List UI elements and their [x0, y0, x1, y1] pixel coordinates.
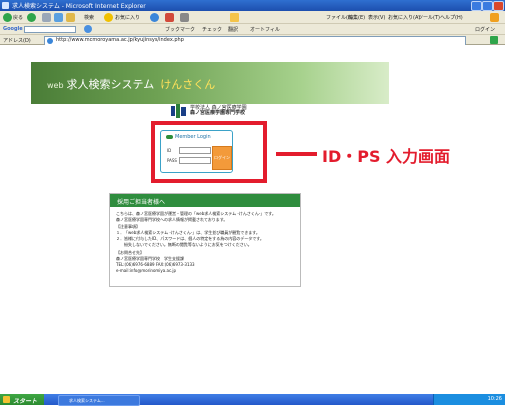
notice-line: 【お問合せ先】 — [116, 250, 144, 255]
bookmark-button[interactable]: ブックマーク — [165, 26, 195, 33]
notice-line: 森ノ宮医療学園専門学校 学生支援課 — [116, 256, 184, 261]
menu-view[interactable]: 表示(V) — [368, 14, 385, 21]
address-url: http://www.mcmoroyama.ac.jp/kyujinsys/in… — [56, 37, 184, 43]
notice-heading: 採用ご担当者様へ — [117, 199, 166, 206]
clock: 10:26 — [487, 396, 502, 402]
browser-toolbar: 戻る 検索 お気に入り ファイル(F) 編集(E) 表示(V) お気に入り(A)… — [0, 11, 505, 24]
school-name: 学校法人 森ノ宮医療学園 森ノ宮医療学園専門学校 — [190, 106, 247, 116]
notice-line: こちらは、森ノ宮医療学園が運営・管理の「web求人検索システム -けんさくん-」… — [116, 211, 276, 216]
notice-box: 採用ご担当者様へ こちらは、森ノ宮医療学園が運営・管理の「web求人検索システム… — [109, 193, 301, 287]
system-tray: 10:26 — [433, 394, 505, 405]
stop-icon[interactable] — [42, 13, 51, 22]
translate-button[interactable]: 翻訳 — [228, 26, 238, 33]
search-button[interactable]: 検索 — [84, 14, 94, 21]
back-icon[interactable] — [3, 13, 12, 22]
google-login-button[interactable]: ログイン — [475, 26, 495, 33]
folder-icon[interactable] — [230, 13, 239, 22]
notice-line: １．「web求人検索システム -けんさくん-」は、学生並び職員が観覧できます。 — [116, 230, 260, 235]
taskbar: スタート 求人検索システム... 10:26 — [0, 394, 505, 406]
close-button[interactable] — [493, 1, 504, 11]
notice-line: e-mail:info@morinomiya.ac.jp — [116, 268, 177, 273]
title-bar: 求人検索システム - Microsoft Internet Explorer — [0, 0, 505, 11]
notice-line: TEL:(06)6976-6889 FAX:(06)6973-3133 — [116, 262, 195, 267]
banner-title: web 求人検索システム けんさくん — [47, 76, 215, 92]
notice-line: ２．皆様に付与したID、パスワードは、個人の特定をする為の内容のデータです。 — [116, 236, 264, 241]
menu-edit[interactable]: 編集(E) — [348, 14, 365, 21]
banner-web-label: web — [47, 81, 64, 90]
check-button[interactable]: チェック — [202, 26, 222, 33]
page-icon — [47, 38, 53, 44]
notice-header: 採用ご担当者様へ — [110, 194, 300, 207]
taskbar-window-button[interactable]: 求人検索システム... — [58, 395, 140, 406]
taskbar-window-label: 求人検索システム... — [69, 398, 105, 403]
notice-line: 紛失しないでください。無断の閲覧等ないようにお気をつけください。 — [116, 242, 252, 247]
notice-line: 森ノ宮医療学園専門学校への求人情報が掲載されております。 — [116, 217, 228, 222]
address-label: アドレス(D) — [3, 38, 31, 44]
banner-title-text: 求人検索システム — [66, 78, 155, 91]
window-title: 求人検索システム - Microsoft Internet Explorer — [12, 3, 146, 10]
notice-line: 【注意事項】 — [116, 224, 140, 229]
mail-icon[interactable] — [165, 13, 174, 22]
forward-icon[interactable] — [27, 13, 36, 22]
autofill-button[interactable]: オートフィル — [250, 26, 280, 33]
menu-tools[interactable]: ツール(T) — [418, 14, 440, 21]
annotation-line — [276, 152, 317, 156]
school-logo — [171, 104, 187, 118]
annotation-label: ID・PS 入力画面 — [322, 147, 451, 166]
google-search-input[interactable] — [24, 26, 76, 33]
home-icon[interactable] — [66, 13, 75, 22]
start-button[interactable]: スタート — [0, 394, 44, 405]
windows-logo-icon — [3, 396, 10, 403]
back-button[interactable]: 戻る — [13, 14, 23, 21]
annotation-frame — [151, 121, 267, 183]
favorites-icon[interactable] — [104, 13, 113, 22]
minimize-button[interactable] — [471, 1, 482, 11]
go-button[interactable] — [490, 36, 498, 44]
print-icon[interactable] — [180, 13, 189, 22]
ie-app-icon — [2, 2, 9, 9]
site-banner: web 求人検索システム けんさくん — [31, 62, 389, 104]
windows-flag-icon — [490, 13, 499, 22]
favorites-button[interactable]: お気に入り — [115, 14, 140, 21]
start-label: スタート — [13, 398, 38, 405]
google-search-icon[interactable] — [84, 25, 92, 33]
google-logo: Google — [3, 26, 23, 32]
google-toolbar: Google ブックマーク チェック 翻訳 オートフィル ログイン — [0, 24, 505, 35]
maximize-button[interactable] — [482, 1, 493, 11]
menu-help[interactable]: ヘルプ(H) — [440, 14, 463, 21]
media-icon[interactable] — [150, 13, 159, 22]
banner-kana: けんさくん — [160, 78, 216, 91]
menu-favorites[interactable]: お気に入り(A) — [388, 14, 420, 21]
address-bar: アドレス(D) http://www.mcmoroyama.ac.jp/kyuj… — [0, 35, 505, 46]
school-name-line2: 森ノ宮医療学園専門学校 — [190, 110, 246, 116]
refresh-icon[interactable] — [54, 13, 63, 22]
